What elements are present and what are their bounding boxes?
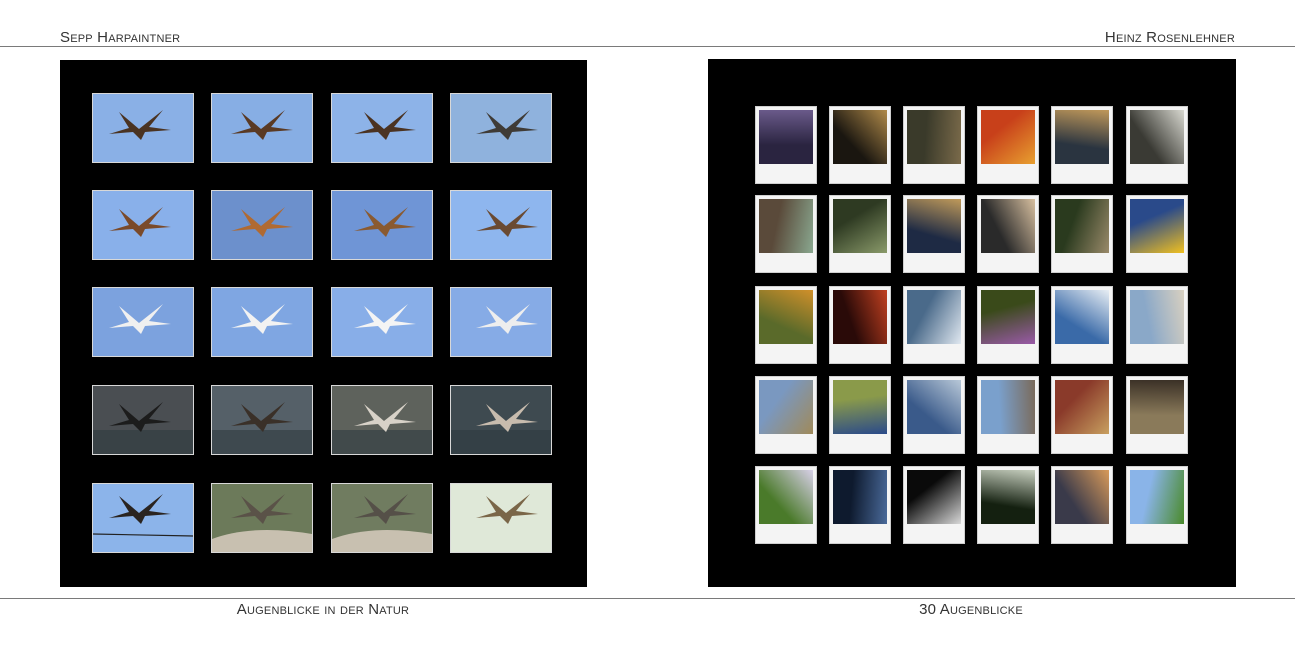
left-page-caption: Augenblicke in der Natur xyxy=(236,601,410,618)
polaroid-photo-2 xyxy=(829,106,891,184)
polaroid-image xyxy=(833,380,887,434)
polaroid-photo-16 xyxy=(977,286,1039,364)
left-author-name: Sepp Harpaintner xyxy=(60,29,181,46)
bird-photo-5 xyxy=(92,190,194,260)
polaroid-photo-19 xyxy=(755,376,817,454)
polaroid-photo-6 xyxy=(1126,106,1188,184)
polaroid-image xyxy=(759,470,813,524)
polaroid-image xyxy=(759,199,813,253)
polaroid-image xyxy=(1130,199,1184,253)
bird-photo-3 xyxy=(331,93,433,163)
polaroid-image xyxy=(981,199,1035,253)
polaroid-photo-14 xyxy=(829,286,891,364)
bird-photo-11 xyxy=(331,287,433,357)
bird-photo-1 xyxy=(92,93,194,163)
polaroid-image xyxy=(833,470,887,524)
polaroid-image xyxy=(1055,110,1109,164)
polaroid-photo-1 xyxy=(755,106,817,184)
polaroid-photo-21 xyxy=(903,376,965,454)
bird-photo-4 xyxy=(450,93,552,163)
polaroid-image xyxy=(981,380,1035,434)
right-photo-panel xyxy=(708,59,1236,587)
polaroid-image xyxy=(759,290,813,344)
bird-photo-20 xyxy=(450,483,552,553)
polaroid-photo-4 xyxy=(977,106,1039,184)
polaroid-photo-3 xyxy=(903,106,965,184)
polaroid-photo-12 xyxy=(1126,195,1188,273)
polaroid-photo-20 xyxy=(829,376,891,454)
bird-photo-17 xyxy=(92,483,194,553)
bird-photo-10 xyxy=(211,287,313,357)
polaroid-photo-17 xyxy=(1051,286,1113,364)
polaroid-image xyxy=(981,470,1035,524)
polaroid-photo-24 xyxy=(1126,376,1188,454)
polaroid-image xyxy=(1055,470,1109,524)
polaroid-image xyxy=(1055,380,1109,434)
bottom-rule xyxy=(0,598,1295,599)
bird-photo-8 xyxy=(450,190,552,260)
top-rule xyxy=(0,46,1295,47)
polaroid-photo-18 xyxy=(1126,286,1188,364)
polaroid-image xyxy=(907,110,961,164)
bird-photo-16 xyxy=(450,385,552,455)
bird-photo-6 xyxy=(211,190,313,260)
polaroid-image xyxy=(1130,290,1184,344)
polaroid-image xyxy=(907,290,961,344)
polaroid-image xyxy=(907,470,961,524)
bird-photo-14 xyxy=(211,385,313,455)
polaroid-image xyxy=(759,380,813,434)
polaroid-image xyxy=(759,110,813,164)
polaroid-photo-13 xyxy=(755,286,817,364)
polaroid-image xyxy=(907,380,961,434)
bird-photo-12 xyxy=(450,287,552,357)
polaroid-photo-8 xyxy=(829,195,891,273)
polaroid-image xyxy=(1055,290,1109,344)
right-page-caption: 30 Augenblicke xyxy=(919,601,1023,618)
polaroid-image xyxy=(981,110,1035,164)
left-photo-panel xyxy=(60,60,587,587)
polaroid-photo-22 xyxy=(977,376,1039,454)
polaroid-photo-5 xyxy=(1051,106,1113,184)
polaroid-image xyxy=(1055,199,1109,253)
polaroid-photo-27 xyxy=(903,466,965,544)
right-author-name: Heinz Rosenlehner xyxy=(1104,29,1235,46)
polaroid-photo-26 xyxy=(829,466,891,544)
polaroid-photo-29 xyxy=(1051,466,1113,544)
polaroid-photo-23 xyxy=(1051,376,1113,454)
bird-photo-7 xyxy=(331,190,433,260)
bird-photo-19 xyxy=(331,483,433,553)
bird-photo-13 xyxy=(92,385,194,455)
bird-photo-15 xyxy=(331,385,433,455)
bird-photo-18 xyxy=(211,483,313,553)
polaroid-photo-30 xyxy=(1126,466,1188,544)
polaroid-photo-9 xyxy=(903,195,965,273)
polaroid-image xyxy=(1130,380,1184,434)
polaroid-image xyxy=(907,199,961,253)
polaroid-photo-28 xyxy=(977,466,1039,544)
polaroid-photo-25 xyxy=(755,466,817,544)
polaroid-image xyxy=(1130,110,1184,164)
polaroid-photo-15 xyxy=(903,286,965,364)
polaroid-photo-7 xyxy=(755,195,817,273)
polaroid-photo-10 xyxy=(977,195,1039,273)
bird-photo-2 xyxy=(211,93,313,163)
polaroid-image xyxy=(833,290,887,344)
polaroid-photo-11 xyxy=(1051,195,1113,273)
polaroid-image xyxy=(1130,470,1184,524)
polaroid-image xyxy=(981,290,1035,344)
polaroid-image xyxy=(833,110,887,164)
polaroid-image xyxy=(833,199,887,253)
bird-photo-9 xyxy=(92,287,194,357)
